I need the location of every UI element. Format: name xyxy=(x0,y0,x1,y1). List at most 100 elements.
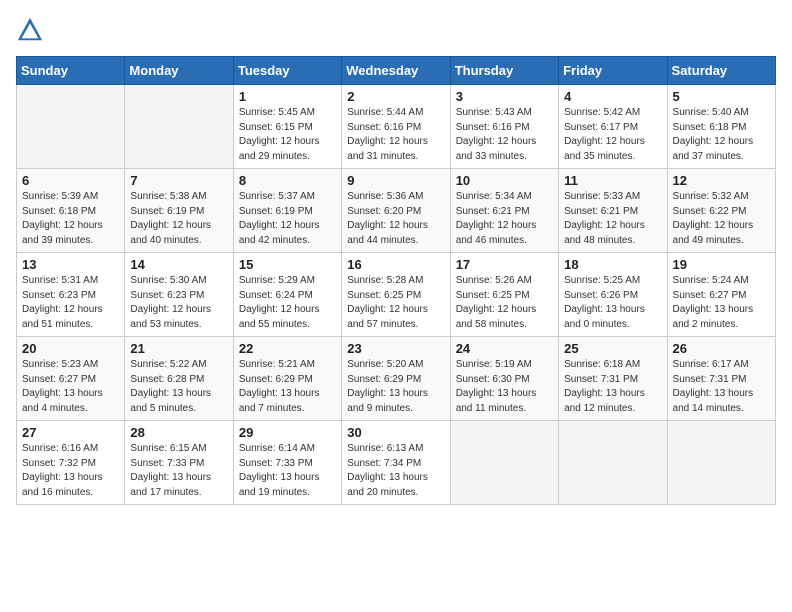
calendar-cell: 2Sunrise: 5:44 AM Sunset: 6:16 PM Daylig… xyxy=(342,85,450,169)
day-number: 3 xyxy=(456,89,553,104)
day-header-sunday: Sunday xyxy=(17,57,125,85)
day-detail: Sunrise: 5:32 AM Sunset: 6:22 PM Dayligh… xyxy=(673,190,770,248)
calendar-cell: 17Sunrise: 5:26 AM Sunset: 6:25 PM Dayli… xyxy=(450,253,558,337)
day-detail: Sunrise: 5:43 AM Sunset: 6:16 PM Dayligh… xyxy=(456,106,553,164)
calendar-cell: 21Sunrise: 5:22 AM Sunset: 6:28 PM Dayli… xyxy=(125,337,233,421)
day-header-saturday: Saturday xyxy=(667,57,775,85)
calendar-cell: 3 Sunrise: 5:43 AM Sunset: 6:16 PM Daylig… xyxy=(450,85,558,169)
day-number: 24 xyxy=(456,341,553,356)
day-header-friday: Friday xyxy=(559,57,667,85)
day-number: 14 xyxy=(130,257,227,272)
calendar-week-row: 1Sunrise: 5:45 AM Sunset: 6:15 PM Daylig… xyxy=(17,85,776,169)
day-number: 28 xyxy=(130,425,227,440)
day-number: 30 xyxy=(347,425,444,440)
day-detail: Sunrise: 5:29 AM Sunset: 6:24 PM Dayligh… xyxy=(239,274,336,332)
day-detail: Sunrise: 5:28 AM Sunset: 6:25 PM Dayligh… xyxy=(347,274,444,332)
day-number: 19 xyxy=(673,257,770,272)
calendar-cell: 1Sunrise: 5:45 AM Sunset: 6:15 PM Daylig… xyxy=(233,85,341,169)
calendar-cell: 25 Sunrise: 6:18 AM Sunset: 7:31 PM Dayli… xyxy=(559,337,667,421)
calendar-cell xyxy=(17,85,125,169)
day-number: 22 xyxy=(239,341,336,356)
day-number: 11 xyxy=(564,173,661,188)
day-number: 9 xyxy=(347,173,444,188)
day-detail: Sunrise: 5:30 AM Sunset: 6:23 PM Dayligh… xyxy=(130,274,227,332)
calendar-cell: 8 Sunrise: 5:37 AM Sunset: 6:19 PM Daylig… xyxy=(233,169,341,253)
calendar-cell: 28Sunrise: 6:15 AM Sunset: 7:33 PM Dayli… xyxy=(125,421,233,505)
calendar-cell: 5 Sunrise: 5:40 AM Sunset: 6:18 PM Daylig… xyxy=(667,85,775,169)
day-number: 17 xyxy=(456,257,553,272)
day-header-tuesday: Tuesday xyxy=(233,57,341,85)
calendar-cell: 6 Sunrise: 5:39 AM Sunset: 6:18 PM Daylig… xyxy=(17,169,125,253)
day-detail: Sunrise: 6:13 AM Sunset: 7:34 PM Dayligh… xyxy=(347,442,444,500)
day-detail: Sunrise: 5:23 AM Sunset: 6:27 PM Dayligh… xyxy=(22,358,119,416)
day-detail: Sunrise: 5:20 AM Sunset: 6:29 PM Dayligh… xyxy=(347,358,444,416)
day-number: 1 xyxy=(239,89,336,104)
day-detail: Sunrise: 5:25 AM Sunset: 6:26 PM Dayligh… xyxy=(564,274,661,332)
calendar-cell: 20 Sunrise: 5:23 AM Sunset: 6:27 PM Dayli… xyxy=(17,337,125,421)
day-number: 15 xyxy=(239,257,336,272)
day-detail: Sunrise: 5:19 AM Sunset: 6:30 PM Dayligh… xyxy=(456,358,553,416)
day-detail: Sunrise: 6:18 AM Sunset: 7:31 PM Dayligh… xyxy=(564,358,661,416)
calendar-cell: 10Sunrise: 5:34 AM Sunset: 6:21 PM Dayli… xyxy=(450,169,558,253)
calendar-cell: 12 Sunrise: 5:32 AM Sunset: 6:22 PM Dayli… xyxy=(667,169,775,253)
day-number: 12 xyxy=(673,173,770,188)
calendar-cell: 18Sunrise: 5:25 AM Sunset: 6:26 PM Dayli… xyxy=(559,253,667,337)
day-number: 26 xyxy=(673,341,770,356)
day-number: 5 xyxy=(673,89,770,104)
day-number: 13 xyxy=(22,257,119,272)
day-number: 7 xyxy=(130,173,227,188)
day-number: 2 xyxy=(347,89,444,104)
day-detail: Sunrise: 5:42 AM Sunset: 6:17 PM Dayligh… xyxy=(564,106,661,164)
calendar-week-row: 13 Sunrise: 5:31 AM Sunset: 6:23 PM Dayli… xyxy=(17,253,776,337)
calendar-cell: 16Sunrise: 5:28 AM Sunset: 6:25 PM Dayli… xyxy=(342,253,450,337)
day-detail: Sunrise: 5:22 AM Sunset: 6:28 PM Dayligh… xyxy=(130,358,227,416)
day-header-wednesday: Wednesday xyxy=(342,57,450,85)
day-detail: Sunrise: 5:31 AM Sunset: 6:23 PM Dayligh… xyxy=(22,274,119,332)
day-number: 29 xyxy=(239,425,336,440)
calendar-cell: 9 Sunrise: 5:36 AM Sunset: 6:20 PM Daylig… xyxy=(342,169,450,253)
calendar-cell: 29 Sunrise: 6:14 AM Sunset: 7:33 PM Dayli… xyxy=(233,421,341,505)
calendar-cell: 7 Sunrise: 5:38 AM Sunset: 6:19 PM Daylig… xyxy=(125,169,233,253)
calendar-cell xyxy=(667,421,775,505)
calendar-cell: 27 Sunrise: 6:16 AM Sunset: 7:32 PM Dayli… xyxy=(17,421,125,505)
calendar-cell xyxy=(125,85,233,169)
day-number: 25 xyxy=(564,341,661,356)
calendar-week-row: 27 Sunrise: 6:16 AM Sunset: 7:32 PM Dayli… xyxy=(17,421,776,505)
calendar-week-row: 20 Sunrise: 5:23 AM Sunset: 6:27 PM Dayli… xyxy=(17,337,776,421)
day-detail: Sunrise: 5:38 AM Sunset: 6:19 PM Dayligh… xyxy=(130,190,227,248)
logo xyxy=(16,16,48,44)
day-detail: Sunrise: 5:36 AM Sunset: 6:20 PM Dayligh… xyxy=(347,190,444,248)
day-number: 10 xyxy=(456,173,553,188)
day-detail: Sunrise: 5:33 AM Sunset: 6:21 PM Dayligh… xyxy=(564,190,661,248)
calendar-header-row: SundayMondayTuesdayWednesdayThursdayFrid… xyxy=(17,57,776,85)
calendar-cell: 24 Sunrise: 5:19 AM Sunset: 6:30 PM Dayli… xyxy=(450,337,558,421)
logo-icon xyxy=(16,16,44,44)
day-detail: Sunrise: 6:14 AM Sunset: 7:33 PM Dayligh… xyxy=(239,442,336,500)
day-header-thursday: Thursday xyxy=(450,57,558,85)
calendar-cell: 11 Sunrise: 5:33 AM Sunset: 6:21 PM Dayli… xyxy=(559,169,667,253)
day-number: 27 xyxy=(22,425,119,440)
day-detail: Sunrise: 5:37 AM Sunset: 6:19 PM Dayligh… xyxy=(239,190,336,248)
calendar-cell: 30 Sunrise: 6:13 AM Sunset: 7:34 PM Dayli… xyxy=(342,421,450,505)
day-detail: Sunrise: 5:39 AM Sunset: 6:18 PM Dayligh… xyxy=(22,190,119,248)
day-detail: Sunrise: 6:16 AM Sunset: 7:32 PM Dayligh… xyxy=(22,442,119,500)
calendar-cell: 22 Sunrise: 5:21 AM Sunset: 6:29 PM Dayli… xyxy=(233,337,341,421)
day-number: 20 xyxy=(22,341,119,356)
day-number: 8 xyxy=(239,173,336,188)
calendar-cell: 26Sunrise: 6:17 AM Sunset: 7:31 PM Dayli… xyxy=(667,337,775,421)
calendar-cell xyxy=(450,421,558,505)
day-detail: Sunrise: 5:21 AM Sunset: 6:29 PM Dayligh… xyxy=(239,358,336,416)
day-detail: Sunrise: 5:40 AM Sunset: 6:18 PM Dayligh… xyxy=(673,106,770,164)
calendar-cell: 19 Sunrise: 5:24 AM Sunset: 6:27 PM Dayli… xyxy=(667,253,775,337)
calendar-cell: 13 Sunrise: 5:31 AM Sunset: 6:23 PM Dayli… xyxy=(17,253,125,337)
calendar-cell: 15 Sunrise: 5:29 AM Sunset: 6:24 PM Dayli… xyxy=(233,253,341,337)
day-number: 6 xyxy=(22,173,119,188)
day-detail: Sunrise: 5:24 AM Sunset: 6:27 PM Dayligh… xyxy=(673,274,770,332)
calendar-cell: 14 Sunrise: 5:30 AM Sunset: 6:23 PM Dayli… xyxy=(125,253,233,337)
calendar-cell xyxy=(559,421,667,505)
day-number: 23 xyxy=(347,341,444,356)
day-header-monday: Monday xyxy=(125,57,233,85)
calendar-table: SundayMondayTuesdayWednesdayThursdayFrid… xyxy=(16,56,776,505)
calendar-week-row: 6 Sunrise: 5:39 AM Sunset: 6:18 PM Daylig… xyxy=(17,169,776,253)
calendar-cell: 23 Sunrise: 5:20 AM Sunset: 6:29 PM Dayli… xyxy=(342,337,450,421)
